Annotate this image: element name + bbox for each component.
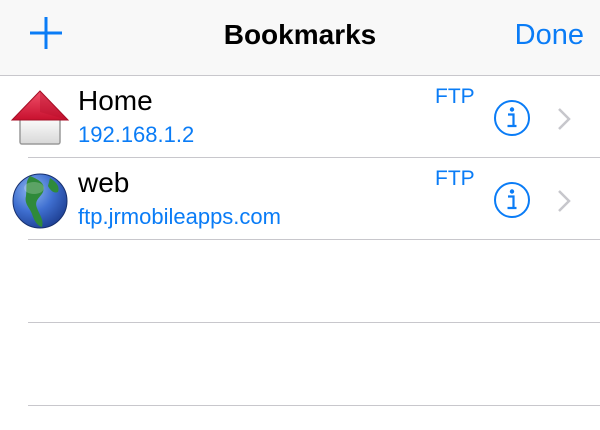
row-separator: [28, 405, 600, 406]
info-button[interactable]: [493, 181, 531, 219]
bookmark-address: 192.168.1.2: [78, 122, 195, 147]
empty-list-row: [0, 240, 600, 323]
bookmark-name: web: [78, 167, 130, 198]
empty-list-row: [0, 323, 600, 406]
page-title: Bookmarks: [223, 19, 377, 50]
home-icon: [10, 88, 70, 148]
plus-icon: [30, 17, 62, 49]
bookmarks-screen: Bookmarks Done Home 192.168.1.2 FTP web …: [0, 0, 600, 430]
bookmark-row-web[interactable]: web ftp.jrmobileapps.com FTP: [0, 158, 600, 240]
chevron-right-icon: [556, 107, 572, 131]
bookmark-list: Home 192.168.1.2 FTP web ftp.jrmobileapp…: [0, 76, 600, 406]
chevron-right-icon: [556, 189, 572, 213]
done-button[interactable]: Done: [515, 16, 584, 54]
add-bookmark-button[interactable]: [26, 12, 66, 52]
bookmark-protocol: FTP: [435, 167, 475, 190]
navigation-bar: Bookmarks Done: [0, 0, 600, 76]
bookmark-row-home[interactable]: Home 192.168.1.2 FTP: [0, 76, 600, 158]
bookmark-address: ftp.jrmobileapps.com: [78, 204, 281, 229]
bookmark-name: Home: [78, 85, 153, 116]
bookmark-protocol: FTP: [435, 85, 475, 108]
globe-icon: [10, 170, 70, 230]
info-button[interactable]: [493, 99, 531, 137]
info-icon: [494, 100, 530, 136]
info-icon: [494, 182, 530, 218]
